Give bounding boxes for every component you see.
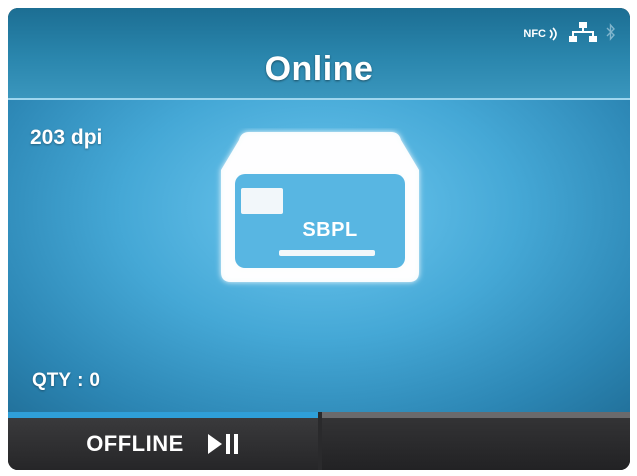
qty-value: 0 — [89, 370, 100, 391]
status-title: Online — [264, 50, 374, 88]
offline-button[interactable]: OFFLINE — [8, 412, 318, 470]
status-header: Online NFC — [8, 8, 630, 100]
offline-button-label: OFFLINE — [86, 431, 184, 456]
lan-icon — [568, 21, 598, 48]
qty-label: QTY — [32, 370, 72, 391]
header-icons: NFC — [523, 21, 616, 48]
soft-key-bar: OFFLINE — [8, 412, 630, 470]
command-language-label: SBPL — [302, 219, 358, 241]
nfc-label: NFC — [523, 28, 546, 40]
status-content: 203 dpi SBPL QTY:0 — [8, 100, 630, 412]
printer-media-icon: SBPL — [213, 128, 427, 288]
printer-display: Online NFC 203 dpi SBPL QTY: 0 OFFLINE — [8, 8, 630, 470]
resolution-label: 203 dpi — [30, 126, 103, 149]
qty-separator: : — [77, 370, 84, 391]
soft-key-right[interactable] — [322, 412, 630, 470]
play-pause-icon — [206, 432, 240, 456]
nfc-icon: NFC — [523, 27, 560, 41]
quantity-counter: QTY:0 — [32, 370, 100, 392]
bluetooth-icon — [606, 22, 616, 47]
